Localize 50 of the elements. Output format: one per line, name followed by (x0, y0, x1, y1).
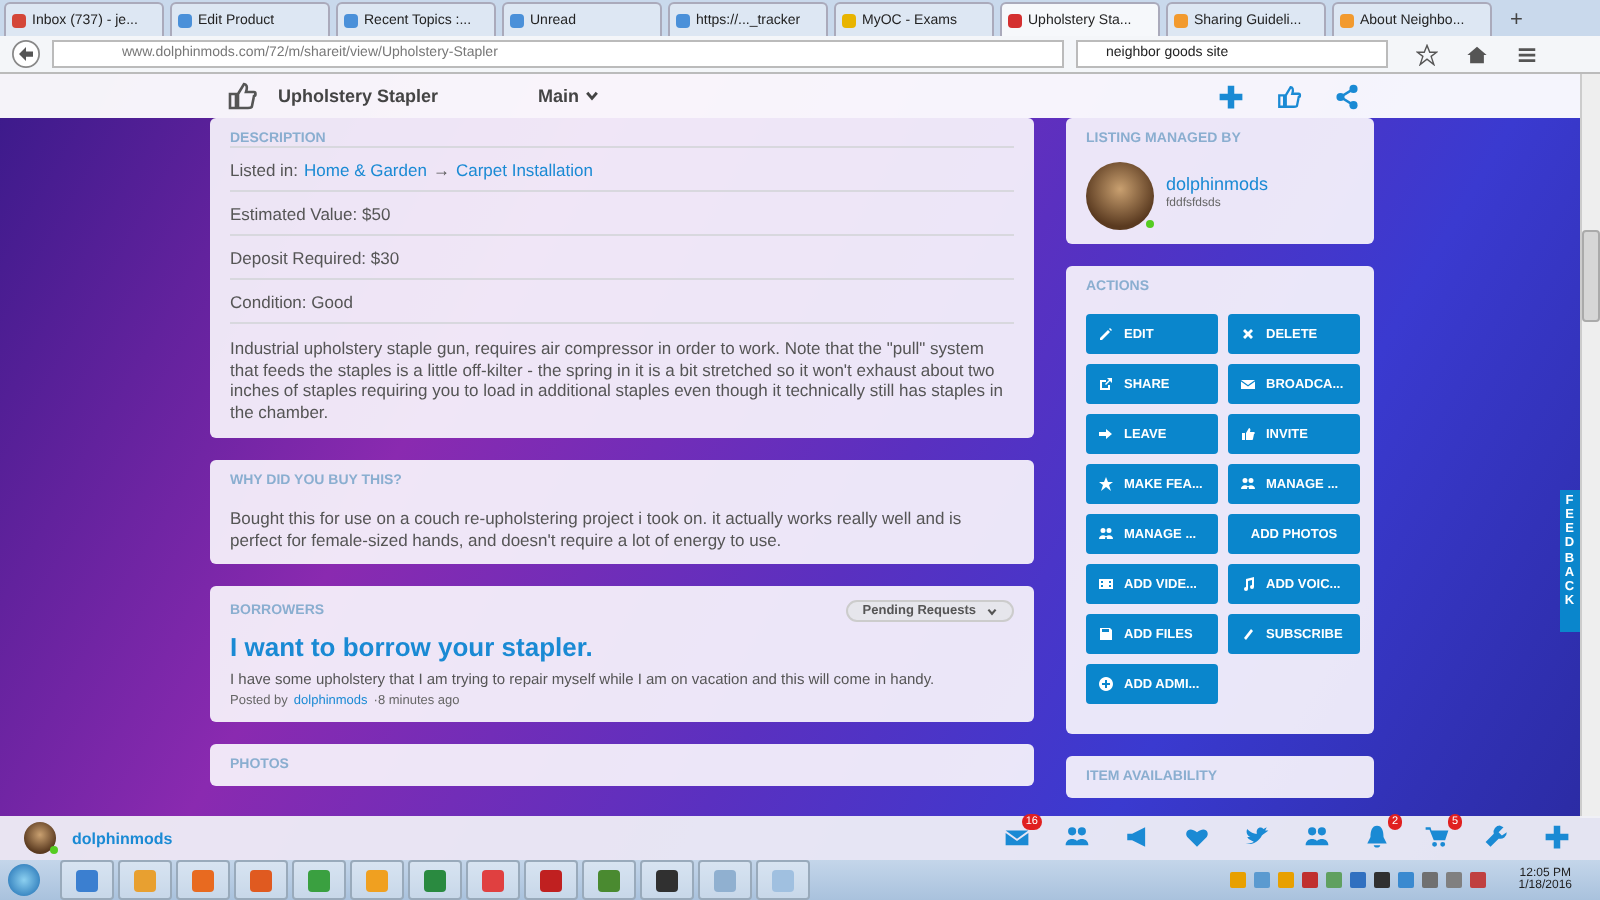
cart-icon[interactable] (1423, 824, 1449, 850)
music-note-icon (1240, 576, 1256, 592)
people-icon[interactable] (1303, 824, 1329, 850)
chevron-down-icon (986, 605, 998, 618)
bell-icon[interactable] (1363, 824, 1389, 850)
x-icon (1240, 326, 1256, 342)
taskbar-button[interactable] (640, 860, 694, 900)
start-button[interactable] (8, 864, 40, 896)
thumbs-up-icon (1240, 426, 1256, 442)
bird-icon[interactable] (1243, 824, 1269, 850)
category-link[interactable]: Carpet Installation (455, 159, 593, 179)
share-icon (1098, 376, 1114, 392)
thumbs-up-icon (226, 80, 258, 112)
chevron-down-icon (583, 88, 600, 104)
people-icon[interactable] (1063, 824, 1089, 850)
pencil-icon (1098, 326, 1114, 342)
home-icon[interactable] (1466, 43, 1488, 65)
taskbar-button[interactable] (524, 860, 578, 900)
category-link[interactable]: Home & Garden (304, 159, 427, 179)
request-title[interactable]: I want to borrow your stapler. (230, 632, 1014, 663)
listed-in-label: Listed in: (230, 159, 299, 179)
avatar[interactable] (24, 822, 56, 854)
star-icon[interactable] (1416, 43, 1438, 65)
detail-text: Deposit Required: $30 (230, 247, 400, 267)
wrench-icon[interactable] (1483, 824, 1509, 850)
section-dropdown[interactable]: Main (538, 86, 600, 106)
description-text: Industrial upholstery staple gun, requires air compressor in order to work. Note that the "pull" system that feeds the staples is a little off-kilter - the spring in it is a bit stretched so it won't exhaust about two inches of staples requiring you to load in additional staples even though it technically still has staples in the chamber. (230, 322, 1014, 424)
megaphone-icon[interactable] (1123, 824, 1149, 850)
people-icon (1098, 526, 1114, 542)
back-icon[interactable] (12, 40, 40, 68)
arrow-separator: → (432, 159, 450, 179)
menu-icon[interactable] (1516, 43, 1538, 65)
thumbs-up-icon[interactable] (1276, 83, 1302, 109)
film-icon (1098, 576, 1114, 592)
user-name[interactable]: dolphinmods (72, 829, 173, 847)
plus-icon[interactable] (1218, 83, 1244, 109)
star-icon (1098, 476, 1114, 492)
share-icon[interactable] (1334, 83, 1360, 109)
heart-icon[interactable] (1183, 824, 1209, 850)
page-title: Upholstery Stapler (278, 86, 439, 106)
detail-text: Estimated Value: $50 (230, 203, 391, 223)
arrow-icon (1098, 426, 1114, 442)
detail-text: Condition: Good (230, 291, 353, 311)
why-text: Bought this for use on a couch re-upholstering project i took on. it actually works really well and is perfect for female-sized hands, and doesn't require a lot of energy to use. (230, 505, 964, 551)
envelope-icon (1240, 376, 1256, 392)
new-tab-button[interactable]: + (1498, 4, 1535, 36)
manager-name[interactable]: dolphinmods (1166, 174, 1269, 194)
people-icon (1240, 476, 1256, 492)
clip-icon (1240, 626, 1256, 642)
plus-icon[interactable] (1543, 824, 1569, 850)
